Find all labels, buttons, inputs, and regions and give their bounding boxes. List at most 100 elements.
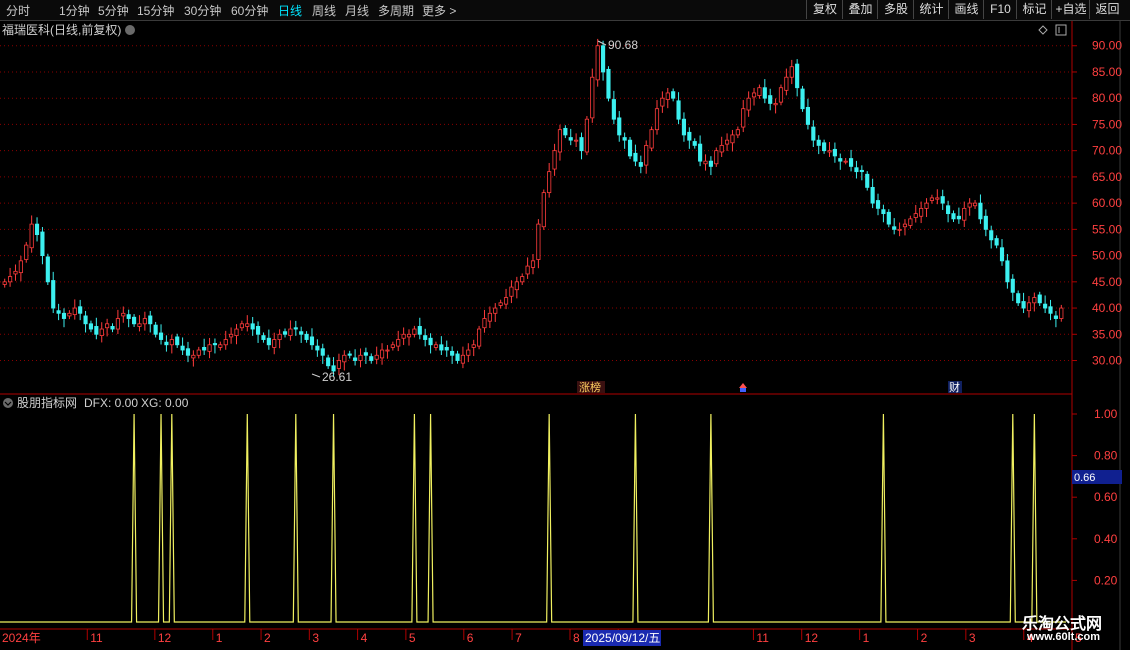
kline-chart: 90.00 85.00 80.00 75.00 70.00 65.00 60.00 55.00… bbox=[0, 21, 1122, 650]
candle-body bbox=[239, 323, 244, 329]
candle-body bbox=[822, 142, 827, 152]
candle-body bbox=[212, 343, 218, 346]
month-label: 2 bbox=[921, 631, 928, 645]
candle-body bbox=[708, 160, 713, 167]
candle-body bbox=[671, 91, 676, 99]
candle-body bbox=[40, 231, 45, 256]
candle-body bbox=[347, 353, 352, 356]
candle-body bbox=[326, 357, 331, 367]
month-label: 4 bbox=[361, 631, 368, 645]
candle-body bbox=[875, 200, 881, 209]
candle-body bbox=[654, 108, 660, 131]
candle-body bbox=[396, 339, 401, 347]
candle-body bbox=[870, 186, 875, 204]
month-label: 8 bbox=[573, 631, 580, 645]
candle-body bbox=[175, 336, 180, 346]
candle-body bbox=[665, 92, 670, 100]
candle-body bbox=[369, 356, 374, 361]
month-label: 5 bbox=[409, 631, 416, 645]
candle-body bbox=[929, 197, 934, 201]
candle-body bbox=[999, 247, 1005, 262]
finance-marker[interactable]: 财 bbox=[949, 380, 960, 394]
candle-body bbox=[660, 97, 665, 107]
rank-marker[interactable]: 涨榜 bbox=[579, 380, 601, 394]
month-label: 1 bbox=[216, 631, 223, 645]
candle-body bbox=[358, 354, 363, 361]
candle-body bbox=[503, 297, 509, 305]
candle-body bbox=[574, 139, 579, 142]
candle-body bbox=[827, 150, 832, 153]
candle-body bbox=[595, 45, 600, 81]
candle-body bbox=[401, 333, 406, 339]
candle-body bbox=[886, 211, 891, 225]
candle-body bbox=[714, 150, 719, 165]
candle-body bbox=[805, 106, 811, 125]
candle-body bbox=[724, 139, 730, 145]
candle-body bbox=[525, 265, 530, 275]
candle-body bbox=[460, 354, 465, 364]
candle-body bbox=[245, 323, 250, 327]
cursor-date: 2025/09/12/五 bbox=[585, 631, 660, 645]
candle-body bbox=[843, 160, 848, 163]
indicator-menu-icon[interactable] bbox=[3, 398, 13, 408]
candle-body bbox=[902, 223, 908, 228]
month-label: 6 bbox=[467, 631, 474, 645]
candle-body bbox=[142, 318, 147, 325]
candle-body bbox=[342, 354, 347, 363]
candle-body bbox=[218, 344, 223, 348]
panel-toggle-icon[interactable] bbox=[1055, 24, 1067, 36]
high-price-label: 90.68 bbox=[608, 38, 638, 52]
candle-body bbox=[493, 307, 498, 314]
candle-body bbox=[703, 160, 708, 165]
candle-body bbox=[132, 316, 137, 325]
candle-body bbox=[234, 328, 239, 337]
candle-body bbox=[2, 281, 7, 285]
candle-body bbox=[433, 344, 439, 348]
candle-body bbox=[627, 139, 633, 157]
candle-body bbox=[180, 345, 185, 351]
month-label: 7 bbox=[515, 631, 522, 645]
candle-body bbox=[164, 341, 169, 346]
candle-body bbox=[482, 318, 487, 329]
candle-body bbox=[983, 215, 988, 230]
candle-body bbox=[940, 196, 945, 204]
candle-body bbox=[951, 213, 956, 220]
low-price-label: 26.61 bbox=[322, 370, 352, 384]
candle-body bbox=[406, 333, 412, 338]
candle-body bbox=[153, 324, 158, 335]
candle-body bbox=[379, 349, 385, 359]
candle-body bbox=[315, 345, 320, 351]
month-label: 1 bbox=[863, 631, 870, 645]
candle-body bbox=[719, 145, 724, 153]
candle-body bbox=[1026, 302, 1032, 312]
candle-body bbox=[536, 223, 541, 260]
candle-body bbox=[374, 354, 379, 360]
candle-body bbox=[1016, 293, 1021, 304]
candle-body bbox=[126, 314, 131, 319]
candle-body bbox=[924, 202, 929, 209]
candle-body bbox=[520, 276, 525, 283]
candle-body bbox=[282, 331, 288, 335]
candle-body bbox=[908, 218, 913, 226]
indicator-tick-label: 1.00 bbox=[1094, 407, 1118, 421]
month-label: 12 bbox=[805, 631, 819, 645]
candle-body bbox=[428, 337, 433, 346]
xg-value: XG: 0.00 bbox=[141, 396, 189, 410]
candle-body bbox=[99, 328, 104, 337]
candle-body bbox=[989, 230, 994, 241]
candle-body bbox=[751, 92, 757, 98]
candle-body bbox=[741, 108, 746, 128]
candle-body bbox=[541, 192, 546, 228]
up-triangle-icon bbox=[739, 383, 747, 388]
candle-body bbox=[789, 66, 794, 78]
candle-body bbox=[622, 137, 627, 141]
candle-body bbox=[191, 354, 196, 359]
candle-body bbox=[832, 148, 837, 157]
candle-body bbox=[423, 335, 428, 340]
diamond-icon[interactable] bbox=[1038, 25, 1048, 35]
candle-body bbox=[56, 310, 61, 314]
candle-body bbox=[390, 344, 395, 348]
candle-body bbox=[547, 171, 552, 194]
price-tick-label: 30.00 bbox=[1092, 354, 1122, 368]
candle-body bbox=[13, 270, 18, 275]
